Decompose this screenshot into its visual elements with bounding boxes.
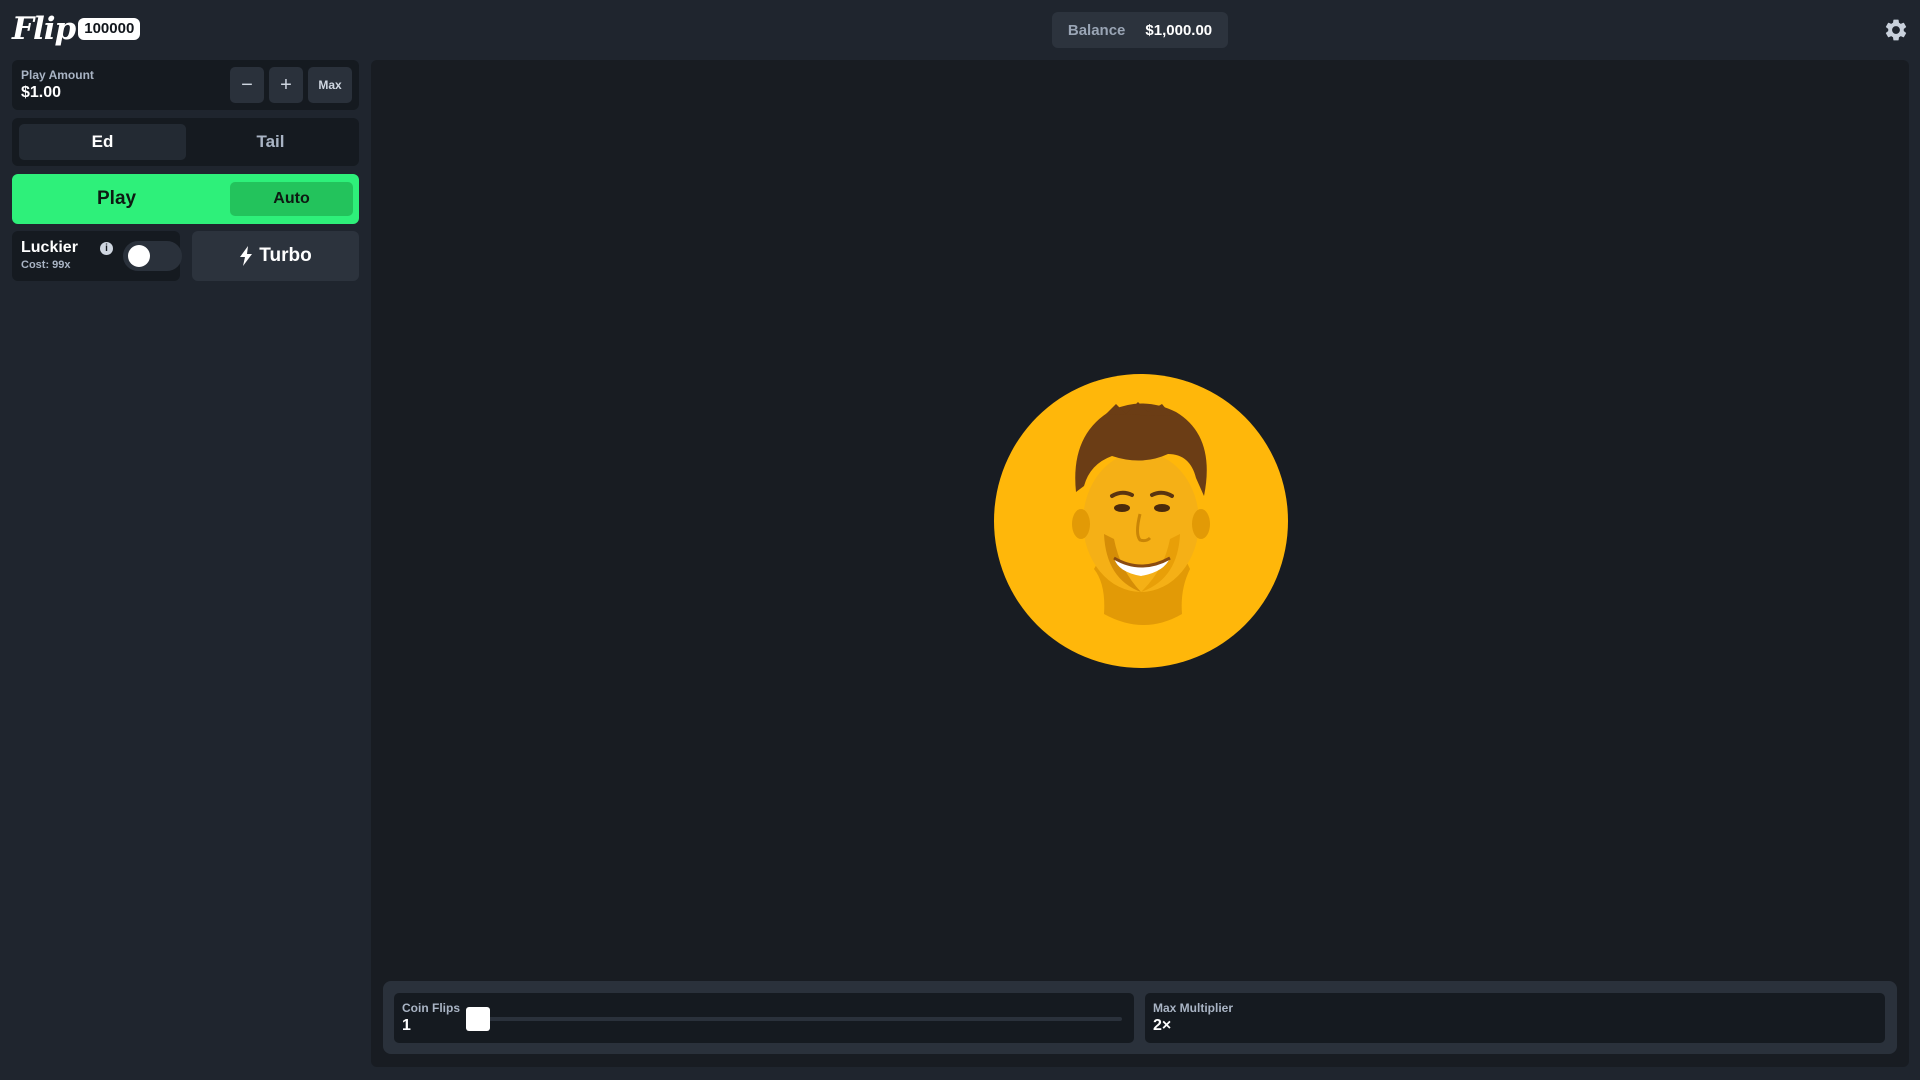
- info-icon[interactable]: i: [100, 242, 113, 255]
- luckier-label: Luckier: [21, 239, 78, 256]
- play-amount-panel: Play Amount $1.00 − + Max: [12, 60, 359, 110]
- side-option-tail[interactable]: Tail: [187, 124, 354, 160]
- balance-label: Balance: [1067, 21, 1126, 39]
- logo: Flip 100000: [12, 11, 141, 47]
- balance-display: Balance $1,000.00: [1052, 12, 1228, 48]
- turbo-label: Turbo: [259, 245, 312, 266]
- lightning-icon: [240, 246, 253, 266]
- balance-value: $1,000.00: [1145, 21, 1213, 39]
- bottom-bar: Coin Flips 1 Max Multiplier 2×: [383, 981, 1897, 1054]
- logo-badge: 100000: [78, 18, 141, 40]
- coin-flips-value: 1: [402, 1017, 411, 1034]
- luckier-cost: Cost: 99x: [21, 259, 71, 271]
- coin-flips-label: Coin Flips: [402, 1001, 460, 1015]
- toggle-knob: [128, 245, 150, 267]
- coin-flips-slider-track[interactable]: [466, 1017, 1122, 1021]
- luckier-panel: Luckier i Cost: 99x: [12, 231, 182, 281]
- side-selector: Ed Tail: [12, 118, 359, 166]
- play-button[interactable]: Play Auto: [12, 174, 359, 224]
- turbo-button[interactable]: Turbo: [192, 231, 359, 281]
- decrease-amount-button[interactable]: −: [230, 67, 264, 103]
- play-amount-input[interactable]: $1.00: [21, 84, 61, 102]
- max-multiplier-value: 2×: [1153, 1017, 1172, 1034]
- top-bar: Flip 100000 Balance $1,000.00: [0, 0, 1920, 60]
- game-area: Coin Flips 1 Max Multiplier 2×: [371, 60, 1909, 1067]
- coin: [994, 374, 1288, 668]
- increase-amount-button[interactable]: +: [269, 67, 303, 103]
- coin-flips-control: Coin Flips 1: [394, 993, 1134, 1043]
- logo-text: Flip: [12, 11, 76, 47]
- luckier-toggle[interactable]: [123, 241, 182, 271]
- side-option-ed[interactable]: Ed: [19, 124, 186, 160]
- play-button-label: Play: [97, 188, 137, 209]
- max-amount-button[interactable]: Max: [308, 67, 352, 103]
- coin-flips-slider-handle[interactable]: [466, 1007, 490, 1031]
- play-amount-label: Play Amount: [21, 68, 94, 82]
- gear-icon[interactable]: [1883, 17, 1909, 43]
- auto-button[interactable]: Auto: [230, 182, 353, 216]
- max-multiplier-display: Max Multiplier 2×: [1145, 993, 1885, 1043]
- max-multiplier-label: Max Multiplier: [1153, 1001, 1234, 1015]
